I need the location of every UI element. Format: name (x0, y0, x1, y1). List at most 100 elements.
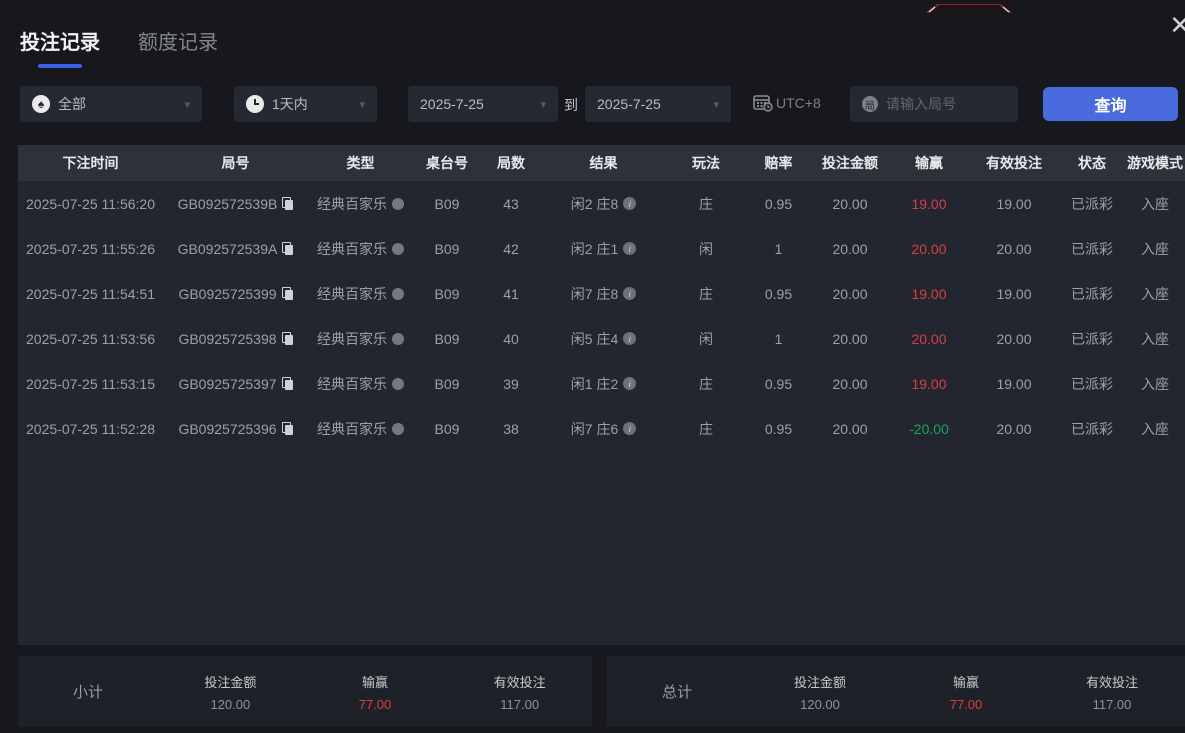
play-type: 闲 (666, 239, 746, 259)
summary-group: 投注金额 120.00 (158, 672, 303, 712)
info-icon[interactable]: i (623, 422, 637, 435)
round-number-input[interactable] (886, 96, 996, 112)
status-badge: 已派彩 (1059, 194, 1125, 214)
valid-bet: 20.00 (969, 331, 1059, 347)
tab-bet-records[interactable]: 投注记录 (20, 26, 100, 68)
copy-icon[interactable] (281, 422, 293, 435)
bet-time-text: 2025-07-25 11:53:56 (26, 330, 155, 347)
win-loss: 20.00 (889, 331, 969, 347)
copy-icon[interactable] (282, 197, 294, 210)
game-type: 经典百家乐 (308, 284, 413, 304)
game-type: 经典百家乐 (308, 419, 413, 439)
win-loss-text: 19.00 (911, 195, 947, 212)
table-number-text: B09 (434, 330, 460, 347)
bet-amount-text: 20.00 (832, 285, 868, 302)
game-mode: 入座 (1125, 284, 1185, 304)
chip-icon (392, 242, 404, 255)
copy-icon[interactable] (281, 287, 293, 300)
round-count-text: 39 (503, 375, 519, 392)
odds: 1 (746, 331, 811, 347)
result-text: 闲5 庄4 (570, 330, 619, 347)
info-icon[interactable]: i (623, 377, 637, 390)
table-row: 2025-07-25 11:55:26 GB092572539A 经典百家乐 B09 4… (18, 226, 1185, 271)
game-mode: 入座 (1125, 374, 1185, 394)
odds-text: 0.95 (764, 195, 793, 212)
play-type-text: 庄 (699, 285, 713, 302)
bet-amount: 20.00 (811, 241, 889, 257)
round-id-text: GB0925725397 (178, 375, 277, 392)
summary-group: 输赢 77.00 (303, 672, 448, 712)
round-count: 39 (481, 376, 541, 392)
column-header-11-text: 状态 (1078, 155, 1106, 171)
tab-bar: 投注记录 额度记录 (20, 26, 218, 68)
chevron-down-icon: ▾ (184, 98, 190, 111)
result-text: 闲7 庄8 (570, 285, 619, 302)
copy-icon[interactable] (281, 377, 293, 390)
bet-time: 2025-07-25 11:55:26 (18, 241, 163, 257)
win-loss: 19.00 (889, 376, 969, 392)
play-type-text: 庄 (699, 375, 713, 392)
bet-time: 2025-07-25 11:52:28 (18, 421, 163, 437)
bet-amount-text: 20.00 (832, 330, 868, 347)
date-from-picker[interactable]: 2025-7-25 ▾ (408, 86, 558, 122)
tab-quota-records[interactable]: 额度记录 (138, 26, 218, 55)
info-icon[interactable]: i (623, 287, 637, 300)
status-badge: 已派彩 (1059, 329, 1125, 349)
bet-amount-text: 20.00 (832, 240, 868, 257)
valid-bet-text: 20.00 (996, 330, 1032, 347)
close-icon[interactable]: ✕ (1169, 12, 1185, 38)
result: 闲7 庄8 i (541, 284, 666, 304)
valid-bet-text: 20.00 (996, 420, 1032, 437)
round-id: GB092572539B (163, 196, 308, 212)
win-loss-text: 19.00 (911, 285, 947, 302)
bet-time: 2025-07-25 11:56:20 (18, 196, 163, 212)
round-id-text: GB0925725399 (178, 285, 277, 302)
table-header-row: 下注时间 局号 类型 桌台号 局数 结果 玩法 赔率 投注金额 输赢 有效投注 状态 游戏模式 (18, 145, 1185, 181)
bet-amount-text: 20.00 (832, 195, 868, 212)
chip-icon (392, 422, 404, 435)
bet-time-text: 2025-07-25 11:54:51 (26, 285, 155, 302)
copy-icon[interactable] (282, 242, 294, 255)
table-row: 2025-07-25 11:53:56 GB0925725398 经典百家乐 B09 4… (18, 316, 1185, 361)
round-id-text: GB0925725396 (178, 420, 277, 437)
info-icon[interactable]: i (623, 242, 637, 255)
time-range-dropdown[interactable]: 1天内 ▾ (234, 86, 377, 122)
summary-group-value: 77.00 (949, 696, 983, 712)
odds: 0.95 (746, 196, 811, 212)
search-button[interactable]: 查询 (1043, 87, 1178, 121)
valid-bet: 20.00 (969, 241, 1059, 257)
column-header-4-text: 局数 (497, 155, 525, 171)
summary-group-value: 120.00 (210, 696, 251, 712)
game-type: 经典百家乐 (308, 194, 413, 214)
info-icon[interactable]: i (623, 332, 637, 345)
win-loss-text: -20.00 (909, 420, 949, 437)
table-number-text: B09 (434, 375, 460, 392)
status-badge: 已派彩 (1059, 239, 1125, 259)
column-header-8: 投注金额 (811, 153, 889, 173)
round-icon: 局 (862, 96, 878, 112)
game-mode: 入座 (1125, 194, 1185, 214)
column-header-6: 玩法 (666, 153, 746, 173)
column-header-7-text: 赔率 (764, 155, 793, 171)
game-mode-text: 入座 (1141, 330, 1169, 347)
timezone-indicator[interactable]: UTC+8 (753, 94, 821, 112)
time-range-value: 1天内 (272, 96, 308, 112)
result: 闲1 庄2 i (541, 374, 666, 394)
date-to-picker[interactable]: 2025-7-25 ▾ (585, 86, 731, 122)
tab-active-underline (38, 64, 82, 68)
chip-icon (392, 377, 404, 390)
summary-group-value: 117.00 (500, 696, 540, 712)
bet-amount: 20.00 (811, 331, 889, 347)
game-type: 经典百家乐 (308, 374, 413, 394)
info-icon[interactable]: i (623, 197, 637, 210)
summary-group-label: 投注金额 (793, 674, 846, 690)
game-type-dropdown[interactable]: ♠ 全部 ▾ (20, 86, 202, 122)
bet-time: 2025-07-25 11:53:15 (18, 376, 163, 392)
column-header-10-text: 有效投注 (986, 155, 1042, 171)
bet-amount: 20.00 (811, 421, 889, 437)
copy-icon[interactable] (281, 332, 293, 345)
column-header-9: 输赢 (889, 153, 969, 173)
game-mode-text: 入座 (1141, 240, 1169, 257)
column-header-1-text: 局号 (221, 155, 250, 171)
to-label: 到 (564, 97, 578, 113)
